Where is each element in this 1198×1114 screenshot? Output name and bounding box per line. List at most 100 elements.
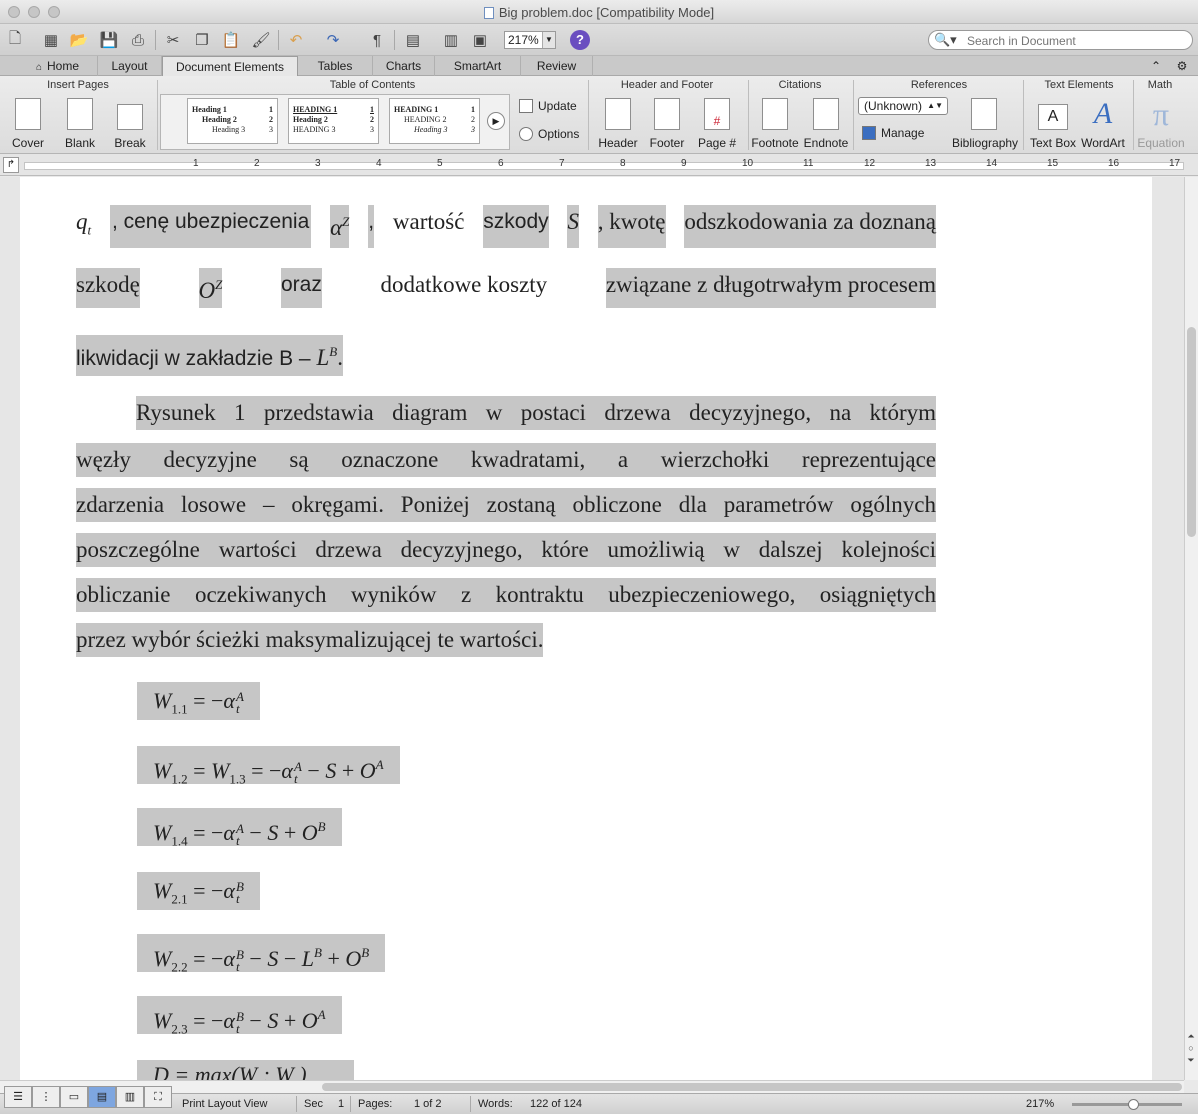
- save-icon[interactable]: 💾: [98, 29, 120, 51]
- group-divider: [748, 80, 749, 150]
- ruler-number: 14: [986, 158, 998, 169]
- chevron-down-icon: ▼: [542, 32, 555, 48]
- footer-button[interactable]: Footer: [645, 98, 689, 150]
- tab-layout[interactable]: Layout: [98, 56, 162, 76]
- vertical-scroll-thumb[interactable]: [1187, 327, 1196, 537]
- math-alpha: α: [330, 215, 343, 240]
- focus-view-icon[interactable]: ⛶: [144, 1086, 172, 1108]
- standard-toolbar: 🗋 ▦ 📂 💾 ⎙ ✂ ❐ 📋 🖌 ↶ ↷ ¶ ▤ ▥ ▣ 217% ▼ ? 🔍▾: [0, 24, 1198, 56]
- equation-w22: W2.2 = −α Bt − S − LB + OB: [137, 934, 386, 974]
- paste-icon[interactable]: 📋: [220, 29, 242, 51]
- ruler-number: 1: [193, 158, 199, 169]
- home-icon: ⌂: [35, 62, 43, 73]
- zoom-select[interactable]: 217% ▼: [504, 31, 556, 49]
- equation-w12: W1.2 = W1.3 = −α At − S + OA: [137, 746, 400, 786]
- cover-page-icon: [15, 98, 41, 130]
- vertical-scrollbar[interactable]: [1184, 177, 1198, 1080]
- zoom-slider[interactable]: [1072, 1103, 1182, 1106]
- blank-button[interactable]: Blank: [60, 98, 100, 150]
- print-icon[interactable]: ⎙: [127, 29, 149, 51]
- footnote-icon: [762, 98, 788, 130]
- wordart-button[interactable]: A WordArt: [1080, 97, 1126, 151]
- math-l: L: [316, 345, 330, 370]
- tab-smartart[interactable]: SmartArt: [435, 56, 521, 76]
- horizontal-ruler[interactable]: ↱ 1 2 3 4 5 6 7 8 9 10 11 12 13 14 15 16 17: [0, 154, 1198, 176]
- outline-view-icon[interactable]: ⋮: [32, 1086, 60, 1108]
- footnote-button[interactable]: Footnote: [750, 98, 800, 150]
- ruler-number: 5: [437, 158, 443, 169]
- paragraph-line: szkodę OZ oraz dodatkowe koszty związane…: [76, 268, 936, 308]
- equation-w14: W1.4 = −α At − S + OB: [137, 808, 342, 848]
- break-button[interactable]: Break: [110, 98, 150, 150]
- toc-style-1[interactable]: Heading 11 Heading 22 Heading 33: [187, 98, 278, 144]
- blank-page-icon: [67, 98, 93, 130]
- horizontal-scroll-thumb[interactable]: [322, 1083, 1182, 1091]
- format-painter-icon[interactable]: 🖌: [250, 29, 272, 51]
- horizontal-scrollbar[interactable]: [0, 1080, 1184, 1093]
- pages-value: 1 of 2: [414, 1098, 442, 1110]
- tab-home[interactable]: ⌂ Home: [18, 56, 98, 76]
- tab-tables[interactable]: Tables: [298, 56, 373, 76]
- search-box: 🔍▾: [928, 30, 1193, 50]
- text-box-button[interactable]: A Text Box: [1028, 98, 1078, 150]
- publishing-view-icon[interactable]: ▭: [60, 1086, 88, 1108]
- tab-stop-type-icon[interactable]: ↱: [3, 157, 19, 173]
- draft-view-icon[interactable]: ☰: [4, 1086, 32, 1108]
- tab-review[interactable]: Review: [521, 56, 593, 76]
- group-label-insert-pages: Insert Pages: [47, 79, 109, 91]
- toc-style-3[interactable]: HEADING 11 HEADING 22 Heading 33: [389, 98, 480, 144]
- cover-button[interactable]: Cover: [8, 98, 48, 150]
- words-value: 122 of 124: [530, 1098, 582, 1110]
- help-button[interactable]: ?: [570, 30, 590, 50]
- cut-icon[interactable]: ✂: [162, 29, 184, 51]
- undo-icon[interactable]: ↶: [285, 29, 307, 51]
- search-input[interactable]: [967, 33, 1187, 48]
- paragraph-line: likwidacji w zakładzie B – LB.: [76, 335, 936, 376]
- search-icon[interactable]: 🔍▾: [934, 32, 957, 48]
- toolbar-divider: [278, 30, 279, 50]
- group-divider: [588, 80, 589, 150]
- toc-next-icon[interactable]: ▶: [487, 112, 505, 130]
- equation-w21: W2.1 = −α Bt: [137, 872, 260, 910]
- header-button[interactable]: Header: [596, 98, 640, 150]
- print-layout-view-icon[interactable]: ▤: [88, 1086, 116, 1108]
- citation-style-select[interactable]: (Unknown) ▲▼: [858, 97, 948, 115]
- open-icon[interactable]: 📂: [68, 29, 90, 51]
- tab-document-elements[interactable]: Document Elements: [162, 56, 298, 77]
- media-browser-icon[interactable]: ▣: [469, 29, 491, 51]
- manage-button[interactable]: Manage: [862, 126, 924, 140]
- group-divider: [1133, 80, 1134, 150]
- redo-icon[interactable]: ↷: [322, 29, 344, 51]
- paragraph-line: obliczanie oczekiwanych wyników z kontra…: [76, 578, 936, 612]
- new-document-icon[interactable]: 🗋: [4, 29, 26, 51]
- previous-page-icon[interactable]: ⏶: [1184, 1030, 1198, 1042]
- sidebar-icon[interactable]: ▥: [440, 29, 462, 51]
- notebook-view-icon[interactable]: ▥: [116, 1086, 144, 1108]
- view-options-icon[interactable]: ▤: [402, 29, 424, 51]
- toc-style-2[interactable]: HEADING 11 Heading 22 HEADING 33: [288, 98, 379, 144]
- bibliography-button[interactable]: Bibliography: [952, 98, 1018, 150]
- page-navigation-buttons[interactable]: ⏶ ○ ⏷: [1184, 1030, 1198, 1080]
- show-formatting-icon[interactable]: ¶: [366, 29, 388, 51]
- group-label-header-footer: Header and Footer: [620, 79, 714, 91]
- update-toc-button[interactable]: Update: [519, 99, 577, 113]
- gear-icon[interactable]: ⚙: [1170, 56, 1194, 76]
- browse-object-icon[interactable]: ○: [1184, 1042, 1198, 1054]
- page-number-button[interactable]: # Page #: [695, 98, 739, 150]
- endnote-button[interactable]: Endnote: [801, 98, 851, 150]
- equation-w23: W2.3 = −α Bt − S + OA: [137, 996, 342, 1036]
- copy-icon[interactable]: ❐: [191, 29, 213, 51]
- tab-charts[interactable]: Charts: [373, 56, 435, 76]
- toolbar-divider: [394, 30, 395, 50]
- group-label-math: Math: [1147, 79, 1173, 91]
- templates-icon[interactable]: ▦: [40, 29, 62, 51]
- next-page-icon[interactable]: ⏷: [1184, 1054, 1198, 1066]
- collapse-ribbon-icon[interactable]: ⌃: [1146, 56, 1166, 76]
- equation-button[interactable]: π Equation: [1136, 98, 1186, 150]
- wordart-icon: A: [1093, 97, 1113, 130]
- bibliography-icon: [971, 98, 997, 130]
- ruler-number: 13: [925, 158, 937, 169]
- toc-options-button[interactable]: Options: [519, 127, 579, 141]
- manage-sources-icon: [862, 126, 876, 140]
- zoom-slider-knob[interactable]: [1128, 1099, 1139, 1110]
